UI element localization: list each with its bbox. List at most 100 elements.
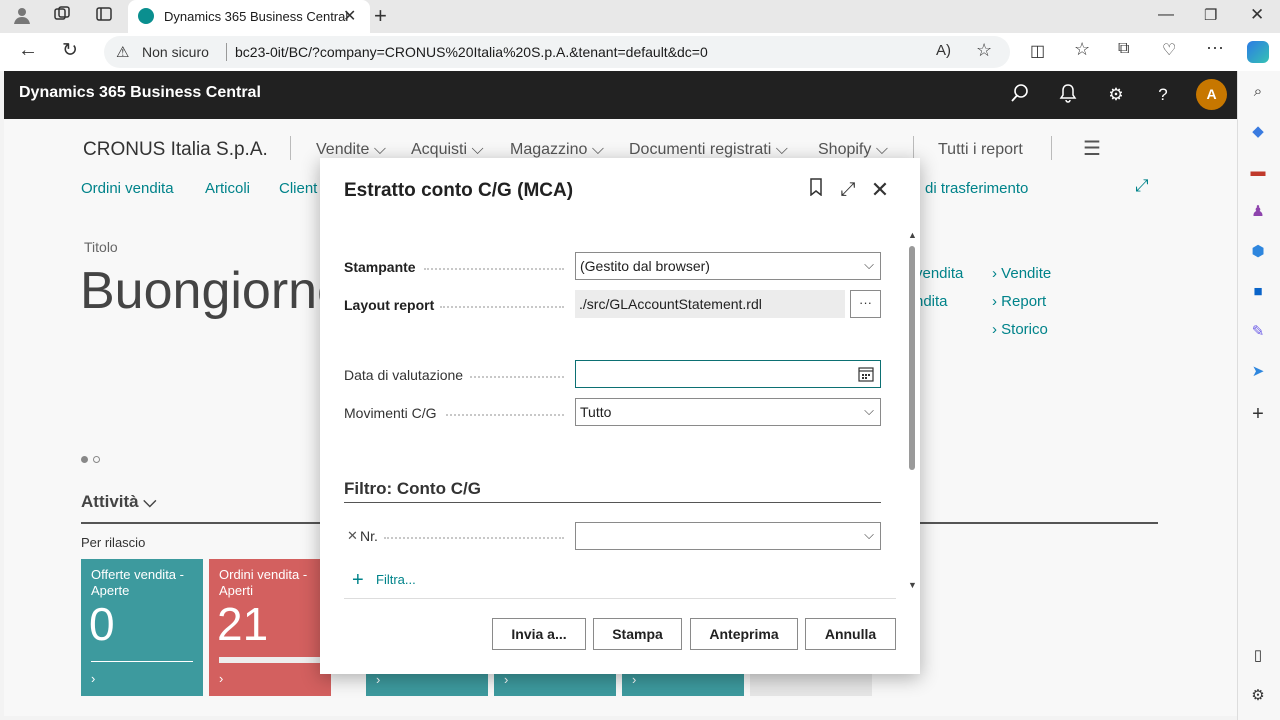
printer-select[interactable]: (Gestito dal browser) ⌵	[575, 252, 881, 280]
close-dialog-icon[interactable]: ✕	[868, 178, 892, 202]
profile-icon[interactable]	[10, 5, 34, 29]
filter-nr-input[interactable]: ⌵	[575, 522, 881, 550]
browser-essentials-icon[interactable]: ♡	[1162, 40, 1176, 60]
right-link-partial-1[interactable]: vendita	[915, 265, 963, 282]
layout-field[interactable]: ./src/GLAccountStatement.rdl	[575, 290, 845, 318]
preview-button[interactable]: Anteprima	[690, 618, 798, 650]
menu-acquisti[interactable]: Acquisti ⌵	[411, 141, 484, 159]
scroll-down-icon[interactable]: ▼	[908, 580, 917, 590]
greeting: Buongiorno	[80, 262, 346, 320]
menu-vendite[interactable]: Vendite ⌵	[316, 141, 386, 159]
read-aloud-icon[interactable]: A)	[936, 42, 951, 59]
outlook-icon[interactable]: ■	[1248, 282, 1268, 302]
browser-address-bar: ← ↻ ⚠ Non sicuro bc23-0it/BC/?company=CR…	[0, 33, 1280, 71]
split-screen-icon[interactable]: ◫	[1030, 41, 1045, 61]
chevron-down-icon[interactable]: ⌵	[864, 527, 874, 543]
remove-filter-icon[interactable]: ✕	[347, 528, 358, 544]
tile-bar	[91, 661, 193, 662]
m365-icon[interactable]: ⬢	[1248, 242, 1268, 262]
menu-shopify[interactable]: Shopify ⌵	[818, 141, 888, 159]
menu-magazzino[interactable]: Magazzino ⌵	[510, 141, 604, 159]
add-sidebar-icon[interactable]: +	[1248, 404, 1268, 424]
right-link-vendite[interactable]: › Vendite	[992, 265, 1051, 282]
tile-ordini-vendita[interactable]: Ordini vendita - Aperti 21 ›	[209, 559, 331, 696]
carousel-dot[interactable]	[93, 456, 100, 463]
company-name[interactable]: CRONUS Italia S.p.A.	[83, 139, 268, 161]
hamburger-menu-icon[interactable]: ☰	[1083, 136, 1101, 161]
maximize-icon[interactable]: ⤢	[836, 178, 860, 202]
url-box[interactable]: ⚠ Non sicuro bc23-0it/BC/?company=CRONUS…	[104, 36, 1010, 68]
tile-value: 0	[89, 598, 115, 650]
more-options-icon[interactable]: ···	[1206, 37, 1224, 58]
cancel-button[interactable]: Annulla	[805, 618, 896, 650]
minimize-icon[interactable]: —	[1158, 6, 1174, 24]
collections-icon[interactable]: ⧉	[1118, 40, 1129, 58]
new-tab-icon[interactable]: +	[374, 3, 387, 29]
settings-gear-icon[interactable]: ⚙	[1104, 83, 1128, 107]
designer-icon[interactable]: ✎	[1248, 322, 1268, 342]
entries-label: Movimenti C/G	[344, 405, 437, 421]
favorite-star-icon[interactable]: ☆	[976, 40, 992, 61]
scroll-thumb[interactable]	[909, 246, 915, 470]
url-text[interactable]: bc23-0it/BC/?company=CRONUS%20Italia%20S…	[235, 44, 708, 60]
menu-documenti-registrati[interactable]: Documenti registrati ⌵	[629, 141, 788, 159]
link-clienti[interactable]: Client	[279, 180, 317, 197]
send-to-button[interactable]: Invia a...	[492, 618, 586, 650]
not-secure-label[interactable]: Non sicuro	[142, 44, 209, 60]
entries-value: Tutto	[580, 404, 612, 420]
search-sidebar-icon[interactable]: ⌕	[1248, 82, 1268, 102]
search-icon[interactable]	[1008, 83, 1032, 107]
title-label: Titolo	[84, 239, 118, 255]
activities-heading[interactable]: Attività ⌵	[81, 492, 156, 512]
favorites-icon[interactable]: ☆	[1074, 39, 1090, 60]
refresh-icon[interactable]: ↻	[62, 39, 78, 62]
dialog-scrollbar[interactable]: ▲ ▼	[908, 230, 917, 590]
close-window-icon[interactable]: ✕	[1250, 5, 1264, 25]
date-dots	[470, 376, 564, 378]
tab-actions-icon[interactable]	[92, 5, 116, 29]
bookmark-icon[interactable]	[804, 178, 828, 202]
all-reports-link[interactable]: Tutti i report	[938, 141, 1023, 159]
shopping-tag-icon[interactable]: ◆	[1248, 122, 1268, 142]
link-ordini-vendita[interactable]: Ordini vendita	[81, 180, 174, 197]
tile-offerte-vendita[interactable]: Offerte vendita - Aperte 0 ›	[81, 559, 203, 696]
back-icon[interactable]: ←	[18, 39, 38, 62]
warning-icon[interactable]: ⚠	[116, 43, 129, 61]
right-link-report[interactable]: › Report	[992, 293, 1046, 310]
layout-lookup-button[interactable]: ···	[850, 290, 881, 318]
notifications-bell-icon[interactable]	[1056, 83, 1080, 107]
tile-arrow-icon[interactable]: ›	[91, 671, 95, 686]
entries-select[interactable]: Tutto ⌵	[575, 398, 881, 426]
right-link-storico[interactable]: › Storico	[992, 321, 1048, 338]
tile-bar	[219, 657, 321, 663]
copilot-icon[interactable]	[1247, 41, 1269, 63]
scroll-up-icon[interactable]: ▲	[908, 230, 917, 240]
date-input[interactable]	[575, 360, 881, 388]
tools-icon[interactable]: ▬	[1248, 162, 1268, 182]
print-button[interactable]: Stampa	[593, 618, 682, 650]
browser-tab-active[interactable]: Dynamics 365 Business Central ✕	[128, 0, 370, 33]
restore-icon[interactable]: ❐	[1204, 6, 1217, 24]
workspaces-icon[interactable]	[50, 5, 74, 29]
link-articoli[interactable]: Articoli	[205, 180, 250, 197]
add-filter-link[interactable]: Filtra...	[376, 572, 416, 587]
close-tab-icon[interactable]: ✕	[343, 6, 356, 26]
games-icon[interactable]: ♟	[1248, 202, 1268, 222]
avatar[interactable]: A	[1196, 79, 1227, 110]
help-icon[interactable]: ?	[1151, 83, 1175, 107]
send-icon[interactable]: ➤	[1248, 362, 1268, 382]
date-label: Data di valutazione	[344, 367, 464, 383]
app-brand[interactable]: Dynamics 365 Business Central	[19, 84, 261, 102]
tile-label: Offerte vendita - Aperte	[91, 567, 184, 598]
sidebar-layout-icon[interactable]: ▯	[1248, 646, 1268, 666]
sidebar-settings-icon[interactable]: ⚙	[1248, 686, 1268, 706]
add-filter-icon[interactable]: +	[352, 569, 364, 592]
printer-value: (Gestito dal browser)	[580, 258, 710, 274]
tile-arrow-icon[interactable]: ›	[219, 671, 223, 686]
tile-label: Ordini vendita - Aperti	[219, 567, 308, 598]
entries-dots	[446, 414, 564, 416]
carousel-dot-active[interactable]	[81, 456, 88, 463]
expand-icon[interactable]: ⤢	[1135, 176, 1149, 196]
calendar-icon[interactable]	[858, 366, 874, 385]
link-ordini-trasferimento[interactable]: di trasferimento	[925, 180, 1028, 197]
